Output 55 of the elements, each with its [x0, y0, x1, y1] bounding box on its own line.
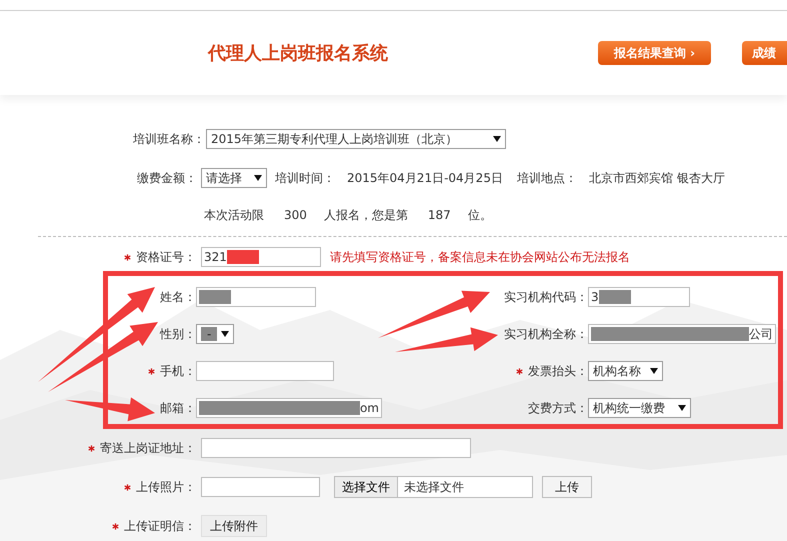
redaction-mark: - [201, 327, 218, 341]
input-field[interactable]: 3 [588, 287, 690, 307]
field-value: 机构名称 [593, 362, 641, 380]
input-field[interactable] [196, 361, 334, 381]
upload-attachment-button[interactable]: 上传附件 [201, 515, 267, 537]
dropdown-arrow-icon [650, 368, 658, 374]
dropdown[interactable]: 机构统一缴费 [588, 398, 691, 418]
dropdown-arrow-icon [678, 405, 686, 411]
field-value: 2015年04月21日-04月25日 [347, 170, 503, 186]
file-picker[interactable]: 选择文件 未选择文件 [334, 476, 533, 498]
field-label: 缴费金额： [137, 170, 197, 186]
input-field[interactable]: om [196, 398, 382, 418]
dropdown-arrow-icon [254, 175, 262, 181]
dropdown-arrow-icon [493, 136, 501, 142]
input-field[interactable] [196, 287, 316, 307]
quota-text: 位。 [468, 206, 492, 224]
field-label: 培训时间： [275, 170, 335, 186]
dropdown[interactable]: 机构名称 [588, 361, 663, 381]
quota-text: 本次活动限 [204, 206, 264, 224]
field-value: 北京市西郊宾馆 银杏大厅 [588, 170, 725, 186]
choose-file-button[interactable]: 选择文件 [335, 477, 398, 497]
input-field[interactable]: 公司 [588, 324, 776, 344]
field-label: 发票抬头： [528, 362, 588, 380]
field-label: 培训地点： [516, 170, 577, 186]
field-value: 3 [591, 290, 599, 304]
field-label: 交费方式： [528, 400, 588, 416]
field-label: 实习机构代码： [504, 288, 588, 306]
field-label: 寄送上岗证地址： [100, 440, 196, 456]
field-label: 实习机构全称： [504, 326, 588, 342]
dropdown-arrow-icon [221, 331, 230, 337]
field-label: 姓名： [160, 288, 196, 306]
field-value: 321 [204, 250, 227, 264]
input-field[interactable] [201, 477, 320, 497]
field-label: 资格证号： [136, 248, 196, 266]
file-status: 未选择文件 [404, 478, 464, 496]
dropdown[interactable]: 2015年第三期专利代理人上岗培训班（北京） [206, 129, 506, 149]
field-label: 邮箱： [160, 400, 196, 416]
field-value: 公司 [749, 326, 773, 342]
count-value: 300 [284, 208, 307, 222]
field-label: 手机： [160, 362, 196, 380]
field-label: 上传照片： [136, 478, 196, 496]
count-value: 187 [428, 208, 451, 222]
field-label: 培训班名称： [133, 130, 205, 148]
input-field[interactable]: 321 [201, 247, 321, 267]
dropdown[interactable]: - [196, 324, 234, 344]
input-field[interactable] [201, 438, 471, 458]
page-title: 代理人上岗班报名系统 [208, 42, 389, 65]
field-label: 性别： [160, 326, 196, 342]
quota-text: 人报名，您是第 [324, 206, 408, 224]
error-message: 请先填写资格证号，备案信息未在协会网站公布无法报名 [330, 248, 630, 266]
field-label: 上传证明信： [124, 518, 196, 534]
dropdown[interactable]: 请选择 [201, 168, 267, 188]
upload-button[interactable]: 上传 [542, 476, 592, 498]
field-value: 机构统一缴费 [593, 400, 665, 416]
field-value: om [360, 401, 379, 415]
